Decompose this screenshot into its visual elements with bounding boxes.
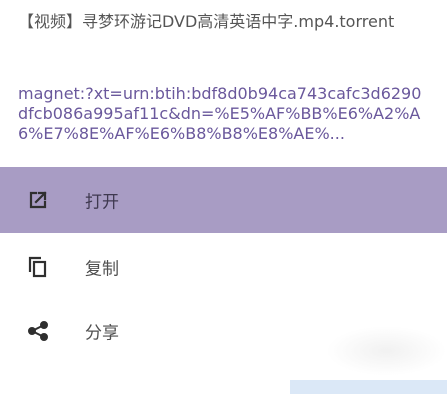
- copy-menu-item[interactable]: 复制: [0, 234, 447, 300]
- background-strip: [290, 380, 447, 394]
- open-menu-label: 打开: [85, 192, 119, 213]
- open-menu-item[interactable]: 打开: [0, 167, 447, 233]
- torrent-title: 【视频】寻梦环游记DVD高清英语中字.mp4.torrent: [18, 12, 395, 31]
- copy-icon: [26, 255, 50, 279]
- magnet-link-text[interactable]: magnet:?xt=urn:btih:bdf8d0b94ca743cafc3d…: [18, 84, 428, 144]
- background-shadow: [326, 326, 447, 376]
- share-icon: [26, 319, 50, 343]
- open-external-icon: [26, 188, 50, 212]
- share-menu-label: 分享: [85, 323, 119, 344]
- dialog-header: 【视频】寻梦环游记DVD高清英语中字.mp4.torrent magnet:?x…: [0, 0, 447, 166]
- copy-menu-label: 复制: [85, 259, 119, 280]
